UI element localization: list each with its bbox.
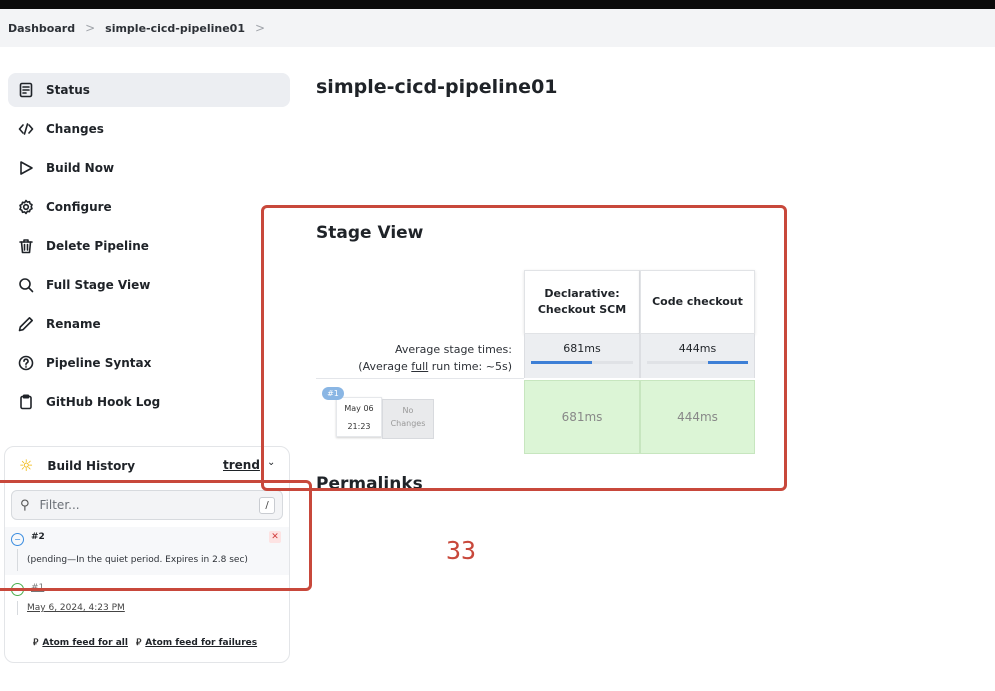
sidebar-item-label: Build Now (46, 161, 115, 175)
build-history-header: ☼ Build History (19, 456, 135, 475)
sidebar-item-status[interactable]: Status (8, 73, 290, 107)
help-icon (18, 355, 34, 371)
sidebar-item-delete-pipeline[interactable]: Delete Pipeline (8, 229, 290, 263)
breadcrumb: Dashboard > simple-cicd-pipeline01 > (0, 9, 995, 47)
sidebar-item-changes[interactable]: Changes (8, 112, 290, 146)
avg-progress-fill (531, 361, 593, 364)
build-number[interactable]: #2 (31, 532, 45, 542)
no-changes-box: No Changes (382, 399, 434, 439)
build-status-text: (pending—In the quiet period. Expires in… (27, 555, 248, 565)
page-title: simple-cicd-pipeline01 (316, 76, 558, 98)
chevron-right-icon: > (85, 21, 96, 35)
average-stage-times: Average stage times: (Average full run t… (316, 342, 512, 375)
stage-result-cell[interactable]: 681ms (524, 380, 640, 454)
success-icon (11, 583, 24, 596)
breadcrumb-dashboard[interactable]: Dashboard (8, 22, 75, 35)
feed-all-link[interactable]: ⃁ Atom feed for all (33, 637, 128, 648)
trash-icon (18, 238, 34, 254)
sidebar-item-pipeline-syntax[interactable]: Pipeline Syntax (8, 346, 290, 380)
filter-shortcut-key: / (259, 497, 275, 514)
avg-progress-fill (707, 361, 748, 364)
avg-progress-bar (531, 361, 633, 364)
sidebar-item-configure[interactable]: Configure (8, 190, 290, 224)
rss-icon: ⃁ (135, 638, 142, 648)
average-full-run-time: (Average full run time: ~5s) (358, 359, 512, 373)
sidebar-item-label: Pipeline Syntax (46, 356, 152, 370)
chevron-down-icon[interactable]: ⌄ (267, 457, 275, 468)
trend-link[interactable]: trend (223, 458, 260, 472)
avg-time-cell: 444ms (640, 334, 755, 378)
rss-icon: ⃁ (33, 638, 39, 648)
chevron-right-icon[interactable]: > (255, 21, 265, 35)
build-history-title: Build History (47, 458, 136, 473)
sidebar-item-label: Status (46, 83, 90, 97)
pencil-icon (18, 316, 34, 332)
sidebar-item-label: GitHub Hook Log (46, 395, 161, 409)
full-run-link[interactable]: full (411, 360, 428, 373)
filter-placeholder: Filter... (39, 498, 80, 512)
sun-icon: ☼ (19, 456, 34, 475)
build-number[interactable]: #1 (31, 583, 44, 593)
stage-header-code-checkout[interactable]: Code checkout (640, 270, 755, 334)
build-date-link[interactable]: May 6, 2024, 4:23 PM (27, 603, 125, 613)
breadcrumb-job[interactable]: simple-cicd-pipeline01 (105, 22, 245, 35)
annotation-number: 33 (446, 536, 477, 565)
cancel-build-icon[interactable]: ✕ (269, 531, 281, 543)
timeline-line (17, 549, 18, 571)
build-history-panel: ☼ Build History trend ⌄ ⚲ Filter... / − … (4, 446, 290, 663)
build-filter-input[interactable]: ⚲ Filter... / (11, 490, 283, 520)
sidebar-item-label: Configure (46, 200, 112, 214)
status-icon (18, 82, 34, 98)
code-icon (18, 121, 34, 137)
run-date-box[interactable]: May 06 21:23 (336, 397, 382, 437)
sidebar-item-label: Delete Pipeline (46, 239, 149, 253)
feed-failures-link[interactable]: ⃁ Atom feed for failures (136, 637, 257, 648)
top-bar (0, 0, 995, 9)
sidebar-item-label: Rename (46, 317, 101, 331)
stage-view-title: Stage View (316, 223, 424, 243)
sidebar-item-label: Full Stage View (46, 278, 151, 292)
pending-icon: − (11, 533, 24, 546)
play-icon (18, 160, 34, 176)
search-icon: ⚲ (20, 497, 30, 513)
timeline-line (17, 601, 18, 615)
stage-header-checkout-scm[interactable]: Declarative: Checkout SCM (524, 270, 640, 334)
gear-icon (18, 199, 34, 215)
sidebar-item-label: Changes (46, 122, 104, 136)
search-icon (18, 277, 34, 293)
avg-time-cell: 681ms (524, 334, 640, 378)
stage-result-cell[interactable]: 444ms (640, 380, 755, 454)
sidebar-item-github-hook-log[interactable]: GitHub Hook Log (8, 385, 290, 419)
run-row-1[interactable]: May 06 21:23 #1 No Changes (316, 378, 524, 454)
atom-feeds: ⃁ Atom feed for all ⃁ Atom feed for failur… (33, 637, 257, 648)
sidebar-item-build-now[interactable]: Build Now (8, 151, 290, 185)
run-number-badge[interactable]: #1 (322, 387, 344, 400)
permalinks-title: Permalinks (316, 474, 423, 488)
stage-view-table: Declarative: Checkout SCM Code checkout A… (316, 270, 756, 456)
sidebar-item-full-stage-view[interactable]: Full Stage View (8, 268, 290, 302)
build-row-2[interactable]: − #2 ✕ (pending—In the quiet period. Exp… (5, 527, 289, 575)
avg-progress-bar (647, 361, 748, 364)
sidebar-item-rename[interactable]: Rename (8, 307, 290, 341)
clipboard-icon (18, 394, 34, 410)
